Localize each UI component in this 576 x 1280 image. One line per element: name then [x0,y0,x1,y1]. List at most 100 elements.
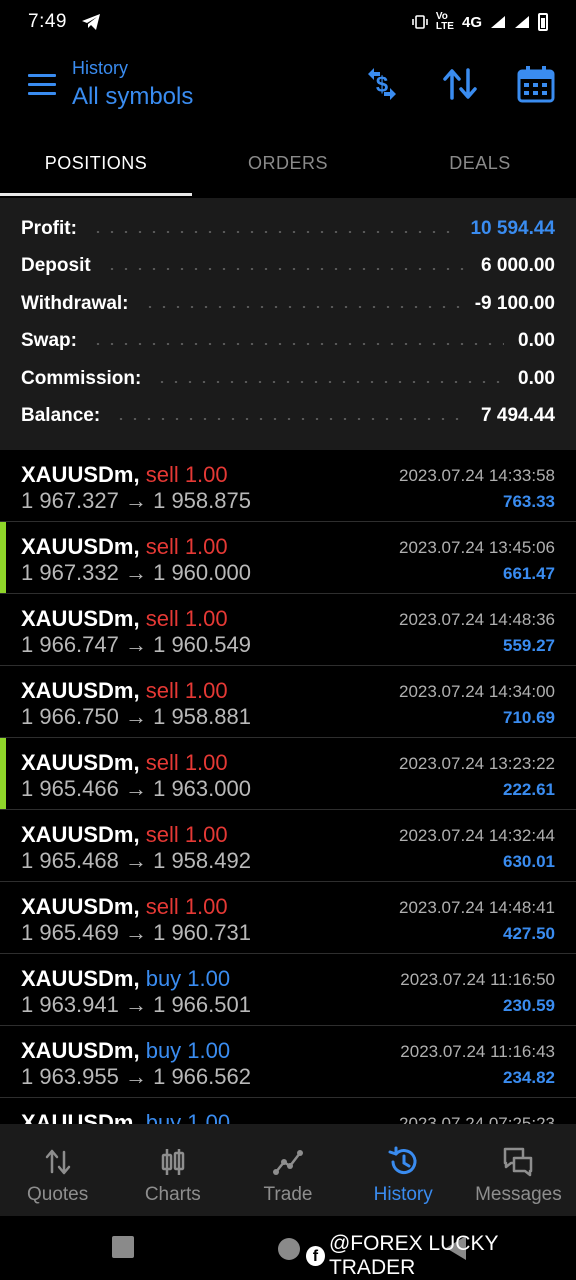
sort-icon[interactable] [440,64,480,104]
deal-datetime: 2023.07.24 11:16:50 [400,970,555,989]
nav-charts[interactable]: Charts [115,1124,230,1216]
volte-icon: Vo LTE [435,11,454,32]
nav-label: Quotes [26,1184,89,1205]
summary-label: Balance: [21,405,101,427]
deal-symbol: XAUUSDm, [21,750,140,775]
list-item[interactable]: XAUUSDm, buy 1.00 1 963.941 → 1 966.501 … [0,954,576,1026]
deal-profit: 630.01 [503,852,555,871]
summary-panel: Profit: 10 594.44 Deposit 6 000.00 Withd… [0,198,576,450]
summary-label: Deposit [21,255,91,277]
deal-profit: 661.47 [503,564,555,583]
deal-symbol: XAUUSDm, [21,678,140,703]
status-time: 7:49 [28,11,67,32]
tab-bar: POSITIONS ORDERS DEALS [0,136,576,198]
history-icon [388,1146,417,1175]
signal-icon [491,16,505,28]
deal-datetime: 2023.07.24 14:33:58 [399,466,555,485]
deal-prices: 1 967.332 → 1 960.000 [21,560,251,585]
list-item[interactable]: XAUUSDm, sell 1.00 1 967.332 → 1 960.000… [0,522,576,594]
watermark: f @FOREX LUCKY TRADER [306,1232,576,1280]
deal-side: sell 1.00 [145,894,228,919]
recents-button[interactable] [112,1236,134,1258]
profit-value: 10 594.44 [470,217,555,239]
commission-value: 0.00 [518,367,555,389]
status-icons: Vo LTE 4G [412,12,548,32]
list-item[interactable]: XAUUSDm, sell 1.00 1 967.327 → 1 958.875… [0,450,576,522]
swap-value: 0.00 [518,330,555,352]
deal-datetime: 2023.07.24 07:25:23 [399,1114,555,1124]
deal-datetime: 2023.07.24 14:34:00 [399,682,555,701]
deal-symbol: XAUUSDm, [21,822,140,847]
list-item[interactable]: XAUUSDm, sell 1.00 1 966.750 → 1 958.881… [0,666,576,738]
summary-label: Swap: [21,330,77,352]
list-item[interactable]: XAUUSDm, buy 1.00 1 963.955 → 1 966.562 … [0,1026,576,1098]
app-bar: History All symbols $ [0,44,576,136]
svg-text:$: $ [376,72,388,97]
deal-profit: 230.59 [503,996,555,1015]
vibrate-icon [412,15,428,29]
bottom-nav: Quotes Charts Trade History Messages [0,1124,576,1216]
deal-prices: 1 963.941 → 1 966.501 [21,992,251,1017]
deal-side: sell 1.00 [145,534,228,559]
deal-datetime: 2023.07.24 13:23:22 [399,754,555,773]
deal-datetime: 2023.07.24 14:48:41 [399,898,555,917]
list-item[interactable]: XAUUSDm, sell 1.00 1 965.468 → 1 958.492… [0,810,576,882]
header-titles: History All symbols [72,58,193,111]
header-title[interactable]: All symbols [72,83,193,111]
tab-positions[interactable]: POSITIONS [0,136,192,198]
list-item[interactable]: XAUUSDm, sell 1.00 1 965.469 → 1 960.731… [0,882,576,954]
status-bar: 7:49 Vo LTE 4G [0,0,576,44]
tab-deals[interactable]: DEALS [384,136,576,198]
summary-row-deposit: Deposit 6 000.00 [21,248,555,286]
deal-side: sell 1.00 [145,462,228,487]
menu-icon[interactable] [28,74,56,96]
nav-quotes[interactable]: Quotes [0,1124,115,1216]
deal-prices: 1 965.468 → 1 958.492 [21,848,251,873]
facebook-icon: f [306,1246,325,1266]
deals-list[interactable]: XAUUSDm, sell 1.00 1 967.327 → 1 958.875… [0,450,576,1124]
dotted-leader [142,305,461,308]
nav-messages[interactable]: Messages [461,1124,576,1216]
deal-profit: 559.27 [503,636,555,655]
battery-icon [538,13,548,31]
deal-datetime: 2023.07.24 14:32:44 [399,826,555,845]
withdrawal-value: -9 100.00 [474,292,555,314]
deal-datetime: 2023.07.24 14:48:36 [399,610,555,629]
deal-symbol: XAUUSDm, [21,534,140,559]
telegram-icon [81,14,100,30]
deal-side: buy 1.00 [145,1110,231,1124]
watermark-text: @FOREX LUCKY TRADER [328,1232,499,1279]
deal-prices: 1 967.327 → 1 958.875 [21,488,251,513]
system-nav-bar: f @FOREX LUCKY TRADER [0,1216,576,1280]
currency-swap-icon[interactable]: $ [362,64,402,104]
deal-side: sell 1.00 [145,678,228,703]
list-item[interactable]: XAUUSDm, sell 1.00 1 965.466 → 1 963.000… [0,738,576,810]
home-button[interactable] [278,1238,300,1260]
signal-icon-2 [515,16,529,28]
deal-symbol: XAUUSDm, [21,1038,140,1063]
deal-side: buy 1.00 [145,1038,231,1063]
deal-symbol: XAUUSDm, [21,606,140,631]
nav-history[interactable]: History [346,1124,461,1216]
nav-trade[interactable]: Trade [230,1124,345,1216]
calendar-icon[interactable] [516,64,556,104]
deal-prices: 1 966.747 → 1 960.549 [21,632,251,657]
balance-value: 7 494.44 [481,405,555,427]
dotted-leader [155,380,505,383]
list-item[interactable]: XAUUSDm, buy 1.00 2023.07.24 07:25:23 [0,1098,576,1124]
deal-symbol: XAUUSDm, [21,1110,140,1124]
deal-side: buy 1.00 [145,966,231,991]
tab-orders[interactable]: ORDERS [192,136,384,198]
summary-label: Commission: [21,367,142,389]
deal-prices: 1 966.750 → 1 958.881 [21,704,251,729]
network-type: 4G [461,13,482,31]
list-item[interactable]: XAUUSDm, sell 1.00 1 966.747 → 1 960.549… [0,594,576,666]
deal-profit: 763.33 [503,492,555,511]
deal-prices: 1 965.469 → 1 960.731 [21,920,251,945]
deal-profit: 427.50 [503,924,555,943]
dotted-leader [90,230,457,233]
deal-profit: 710.69 [503,708,555,727]
deal-prices: 1 965.466 → 1 963.000 [21,776,251,801]
deal-symbol: XAUUSDm, [21,462,140,487]
summary-row-commission: Commission: 0.00 [21,360,555,398]
